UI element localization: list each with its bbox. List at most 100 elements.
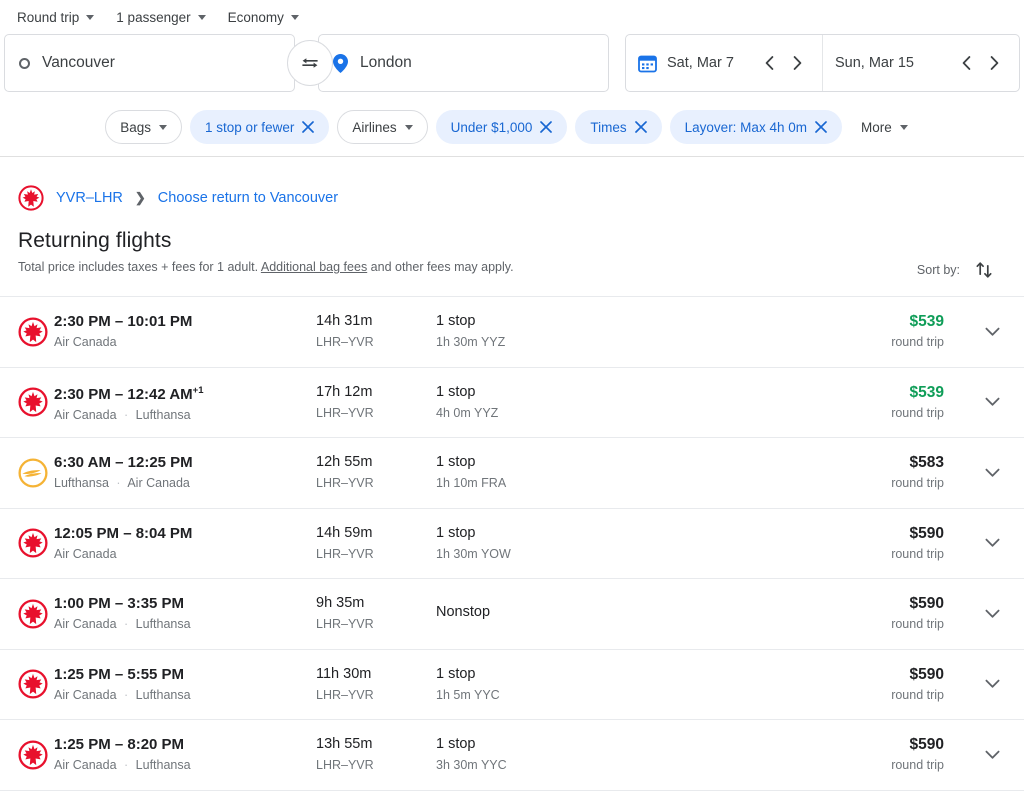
- expand-flight-button[interactable]: [976, 457, 1008, 489]
- chevron-down-icon: [985, 468, 999, 477]
- chevron-down-icon: [899, 124, 908, 130]
- return-date-segment[interactable]: Sun, Mar 15: [822, 35, 1019, 91]
- breadcrumb-leg-link[interactable]: YVR–LHR: [56, 190, 123, 206]
- depart-prev-day-button[interactable]: [756, 50, 782, 76]
- destination-value: London: [360, 54, 412, 71]
- disclaimer-text-before: Total price includes taxes + fees for 1 …: [18, 260, 261, 274]
- return-prev-day-button[interactable]: [953, 50, 979, 76]
- filter-chip-bags[interactable]: Bags: [105, 110, 183, 144]
- filter-chip-airlines[interactable]: Airlines: [337, 110, 428, 144]
- expand-flight-button[interactable]: [976, 598, 1008, 630]
- close-icon[interactable]: [634, 121, 647, 133]
- flight-result-row[interactable]: 12:05 PM – 8:04 PM Air Canada 14h 59m LHR–Y…: [0, 508, 1024, 579]
- flight-result-row[interactable]: 2:30 PM – 12:42 AM+1 Air Canada · Lufthan…: [0, 367, 1024, 438]
- depart-date-value: Sat, Mar 7: [667, 55, 734, 71]
- airline-logo: [18, 528, 54, 558]
- flight-stops: Nonstop: [436, 604, 491, 621]
- lufthansa-logo-icon: [18, 458, 48, 488]
- return-date-nav: [953, 50, 1007, 76]
- flight-result-row[interactable]: 1:00 PM – 3:35 PM Air Canada · Lufthansa 9…: [0, 579, 1024, 650]
- flight-result-row[interactable]: 1:25 PM – 8:20 PM Air Canada · Lufthansa 1…: [0, 720, 1024, 791]
- trip-type-label: Round trip: [17, 9, 80, 25]
- flight-carriers: Air Canada: [54, 546, 117, 561]
- flight-duration-cell: 12h 55m LHR–YVR: [316, 453, 436, 492]
- flight-price-note: round trip: [891, 546, 944, 561]
- chevron-right-icon: [990, 56, 998, 70]
- flight-stops-cell: 1 stop 1h 30m YOW: [436, 524, 736, 563]
- flight-duration-cell: 11h 30m LHR–YVR: [316, 665, 436, 704]
- flight-carriers: Air Canada · Lufthansa: [54, 407, 191, 422]
- close-icon[interactable]: [540, 121, 553, 133]
- airline-logo: [18, 740, 54, 770]
- depart-date-segment[interactable]: Sat, Mar 7: [626, 35, 822, 91]
- chevron-down-icon: [985, 750, 999, 759]
- flight-route: LHR–YVR: [316, 617, 374, 632]
- close-icon[interactable]: [302, 121, 315, 133]
- flight-price: $590: [909, 524, 944, 542]
- flight-stops: 1 stop: [436, 383, 476, 400]
- flight-result-row[interactable]: 1:25 PM – 5:55 PM Air Canada · Lufthansa 1…: [0, 649, 1024, 720]
- swap-origin-destination-button[interactable]: [287, 40, 333, 86]
- flight-price: $590: [909, 665, 944, 683]
- flight-duration-cell: 13h 55m LHR–YVR: [316, 735, 436, 774]
- flight-times-cell: 1:25 PM – 8:20 PM Air Canada · Lufthansa: [54, 735, 316, 774]
- flight-price-cell: $539 round trip: [736, 312, 970, 351]
- air-canada-logo-icon: [18, 185, 44, 211]
- additional-bag-fees-link[interactable]: Additional bag fees: [261, 260, 367, 274]
- flight-times: 2:30 PM – 10:01 PM: [54, 313, 193, 331]
- filter-chip-more[interactable]: More: [849, 110, 919, 144]
- expand-flight-button[interactable]: [976, 527, 1008, 559]
- filter-chip-label: Layover: Max 4h 0m: [684, 119, 807, 135]
- air-canada-logo-icon: [18, 528, 48, 558]
- arrival-day-offset: +1: [192, 384, 204, 396]
- page-title: Returning flights: [18, 229, 172, 252]
- flight-stops-cell: 1 stop 1h 5m YYC: [436, 665, 736, 704]
- destination-field[interactable]: London: [318, 34, 609, 92]
- flight-price: $590: [909, 736, 944, 754]
- expand-flight-button[interactable]: [976, 386, 1008, 418]
- depart-next-day-button[interactable]: [784, 50, 810, 76]
- flight-layover: 1h 10m FRA: [436, 476, 507, 491]
- filter-chip-layover[interactable]: Layover: Max 4h 0m: [669, 110, 842, 144]
- search-bar: Vancouver London Sat, Mar 7 Sun, Mar 15: [0, 34, 1024, 98]
- flight-stops: 1 stop: [436, 313, 476, 330]
- passengers-selector[interactable]: 1 passenger: [107, 5, 214, 30]
- filter-chip-times[interactable]: Times: [575, 110, 662, 144]
- expand-flight-button[interactable]: [976, 668, 1008, 700]
- chevron-down-icon: [404, 124, 413, 130]
- flight-duration-cell: 17h 12m LHR–YVR: [316, 383, 436, 422]
- flight-times-cell: 1:25 PM – 5:55 PM Air Canada · Lufthansa: [54, 665, 316, 704]
- flight-times-cell: 2:30 PM – 12:42 AM+1 Air Canada · Lufthan…: [54, 381, 316, 424]
- breadcrumb-current-link[interactable]: Choose return to Vancouver: [158, 190, 338, 206]
- flight-layover: 1h 5m YYC: [436, 687, 500, 702]
- expand-flight-cell: [970, 457, 1014, 489]
- filter-chip-price[interactable]: Under $1,000: [435, 110, 568, 144]
- trip-type-selector[interactable]: Round trip: [8, 5, 103, 30]
- flight-carriers: Air Canada · Lufthansa: [54, 617, 191, 632]
- flight-duration-cell: 14h 31m LHR–YVR: [316, 312, 436, 351]
- expand-flight-button[interactable]: [976, 316, 1008, 348]
- flight-stops-cell: Nonstop: [436, 603, 736, 624]
- cabin-class-selector[interactable]: Economy: [219, 5, 308, 30]
- flight-price: $590: [909, 595, 944, 613]
- flight-result-row[interactable]: 6:30 AM – 12:25 PM Lufthansa · Air Canada…: [0, 438, 1024, 509]
- sort-icon[interactable]: [974, 260, 994, 280]
- flight-duration: 12h 55m: [316, 454, 373, 471]
- flight-price-cell: $590 round trip: [736, 735, 970, 774]
- flight-times-cell: 12:05 PM – 8:04 PM Air Canada: [54, 524, 316, 563]
- flight-duration: 11h 30m: [316, 665, 372, 682]
- results-header: Returning flights Total price includes t…: [0, 217, 1024, 280]
- return-next-day-button[interactable]: [981, 50, 1007, 76]
- flight-times: 1:00 PM – 3:35 PM: [54, 595, 185, 613]
- origin-field[interactable]: Vancouver: [4, 34, 295, 92]
- expand-flight-button[interactable]: [976, 739, 1008, 771]
- sort-by-label: Sort by:: [916, 263, 960, 277]
- location-pin-icon: [333, 53, 348, 73]
- close-icon[interactable]: [815, 121, 827, 133]
- flight-stops-cell: 1 stop 3h 30m YYC: [436, 735, 736, 774]
- flight-route: LHR–YVR: [316, 335, 374, 350]
- swap-arrows-icon: [302, 58, 318, 68]
- flight-times: 2:30 PM – 12:42 AM+1: [54, 384, 204, 403]
- flight-result-row[interactable]: 2:30 PM – 10:01 PM Air Canada 14h 31m LHR–Y…: [0, 297, 1024, 368]
- filter-chip-stops[interactable]: 1 stop or fewer: [190, 110, 330, 144]
